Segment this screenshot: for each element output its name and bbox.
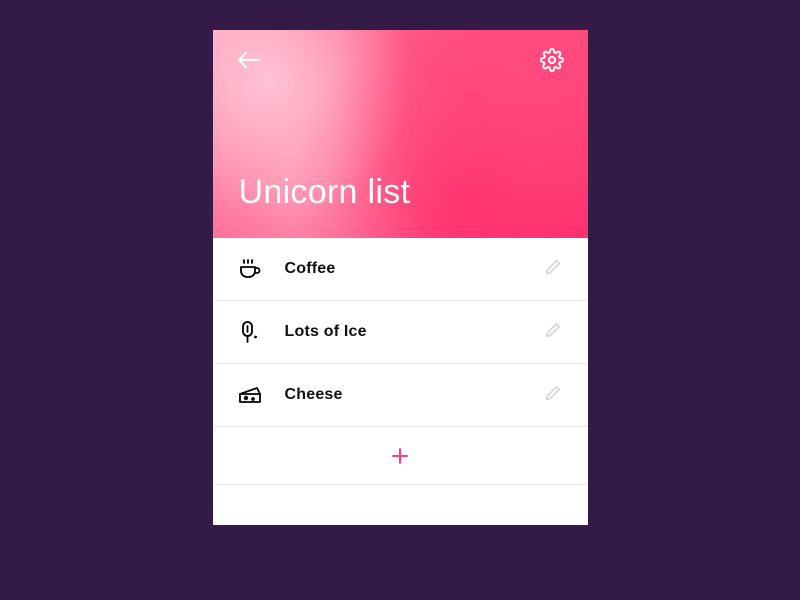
back-arrow-icon — [237, 51, 261, 74]
pencil-icon — [544, 384, 562, 407]
list-item[interactable]: Lots of Ice — [213, 301, 588, 364]
item-label: Lots of Ice — [285, 323, 520, 341]
gear-icon — [540, 48, 564, 77]
item-list: Coffee Lots of Ice — [213, 238, 588, 525]
blank-space — [213, 485, 588, 525]
app-screen: Unicorn list Coffee — [213, 30, 588, 525]
edit-button[interactable] — [542, 384, 564, 406]
list-item[interactable]: Coffee — [213, 238, 588, 301]
cheese-icon — [237, 382, 263, 408]
settings-button[interactable] — [538, 48, 566, 76]
coffee-icon — [237, 256, 263, 282]
popsicle-icon — [237, 319, 263, 345]
plus-icon — [392, 448, 408, 464]
edit-button[interactable] — [542, 321, 564, 343]
page-title: Unicorn list — [239, 173, 411, 212]
pencil-icon — [544, 321, 562, 344]
pencil-icon — [544, 258, 562, 281]
topbar — [213, 48, 588, 76]
back-button[interactable] — [235, 48, 263, 76]
list-item[interactable]: Cheese — [213, 364, 588, 427]
item-label: Coffee — [285, 260, 520, 278]
header: Unicorn list — [213, 30, 588, 238]
add-item-button[interactable] — [213, 427, 588, 485]
item-label: Cheese — [285, 386, 520, 404]
edit-button[interactable] — [542, 258, 564, 280]
